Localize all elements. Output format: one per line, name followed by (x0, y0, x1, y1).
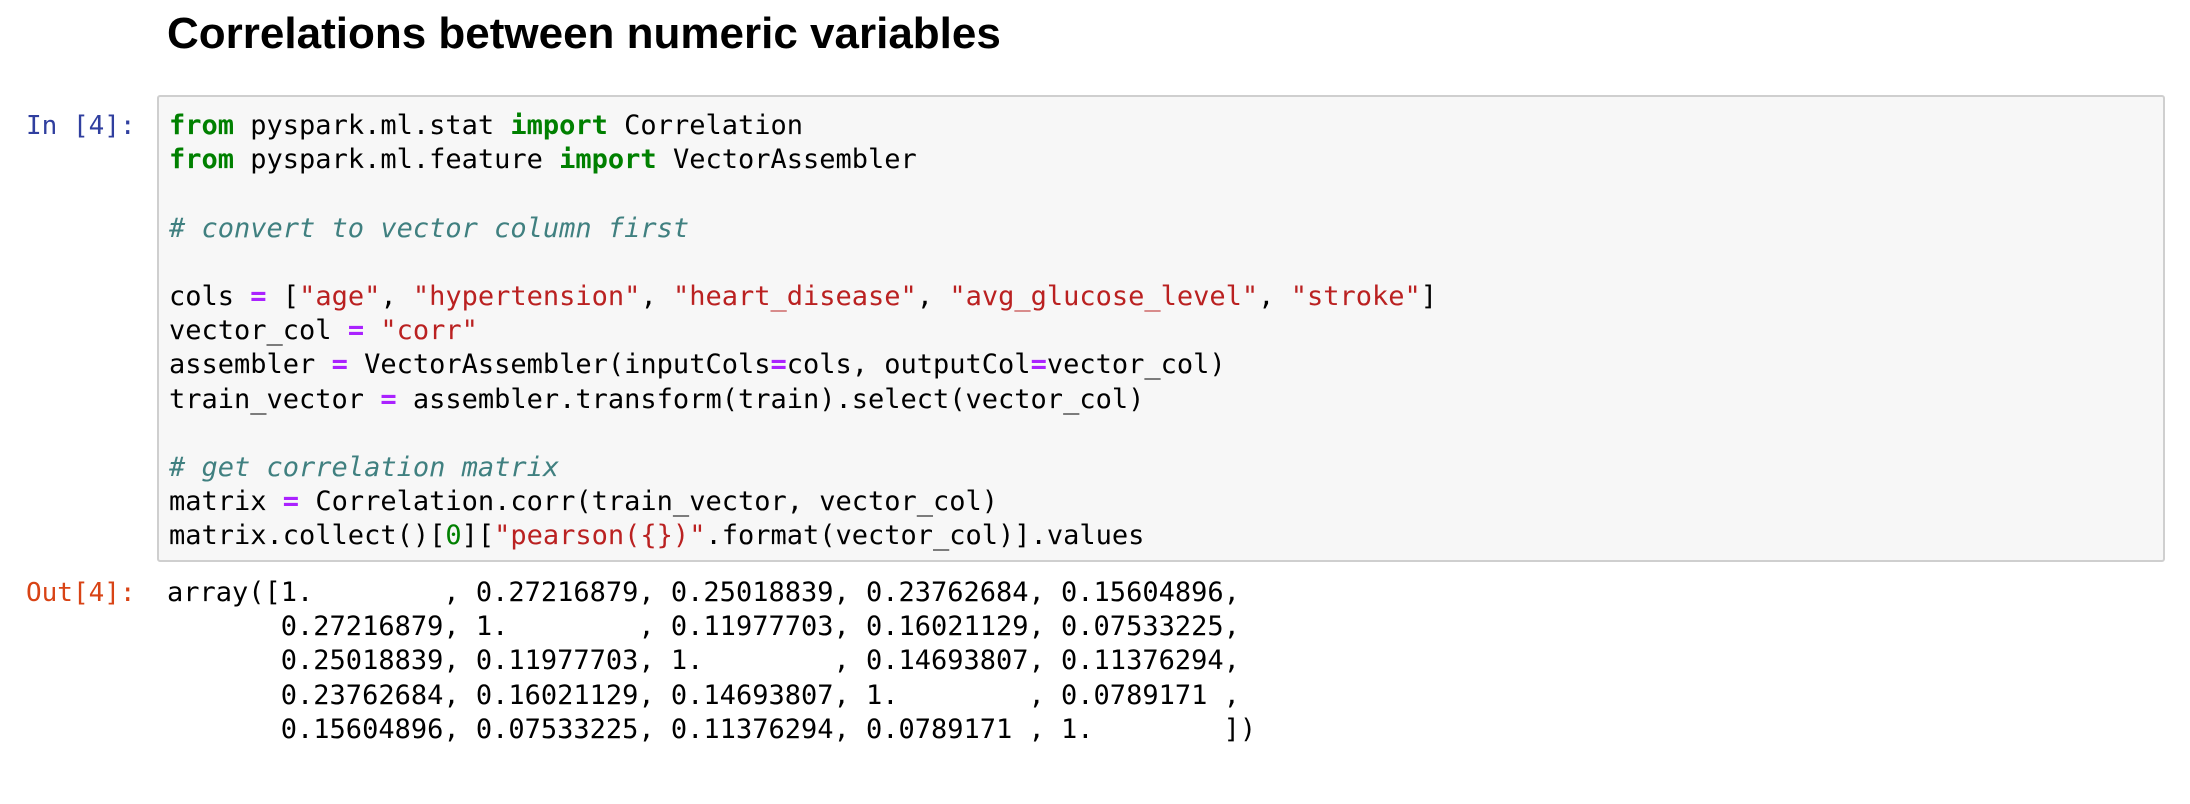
output-line: array([1. , 0.27216879, 0.25018839, 0.23… (167, 577, 1240, 608)
code-token: ] (1420, 280, 1437, 312)
string-token: "age" (299, 280, 381, 312)
code-token: pyspark.ml.feature (234, 144, 560, 176)
code-token: assembler (169, 349, 332, 381)
code-token: , (640, 280, 673, 312)
code-line: cols = ["age", "hypertension", "heart_di… (169, 280, 1437, 314)
input-prompt: In [4]: (26, 111, 136, 141)
operator-token: = (1030, 349, 1047, 381)
code-token: pyspark.ml.stat (234, 110, 511, 141)
code-token: cols, outputCol (786, 349, 1031, 381)
code-line: assembler = VectorAssembler(inputCols=co… (169, 348, 1437, 382)
code-comment: # convert to vector column first (169, 212, 690, 244)
code-token: train_vector (169, 383, 381, 415)
code-token: VectorAssembler(inputCols (347, 349, 771, 381)
keyword-token: import (559, 144, 657, 176)
code-editor[interactable]: from pyspark.ml.stat import Correlation f… (169, 109, 1437, 553)
keyword-token: from (169, 110, 235, 141)
string-token: "stroke" (1290, 280, 1421, 312)
code-token: matrix (169, 486, 283, 518)
output-line: 0.27216879, 1. , 0.11977703, 0.16021129,… (167, 611, 1240, 643)
code-cell-input[interactable]: from pyspark.ml.stat import Correlation f… (157, 95, 2165, 562)
operator-token: = (380, 383, 397, 415)
cell-output: array([1. , 0.27216879, 0.25018839, 0.23… (167, 576, 1256, 747)
code-line: vector_col = "corr" (169, 314, 1437, 348)
code-line: matrix = Correlation.corr(train_vector, … (169, 485, 1437, 519)
operator-token: = (282, 486, 300, 518)
string-token: "avg_glucose_level" (949, 280, 1259, 312)
code-token: .format(vector_col)].values (705, 520, 1145, 552)
operator-token: = (770, 349, 787, 381)
code-token: [ (266, 280, 300, 312)
operator-token: = (331, 349, 348, 381)
code-comment: # get correlation matrix (169, 451, 560, 483)
code-line: train_vector = assembler.transform(train… (169, 383, 1437, 417)
code-token: vector_col (169, 315, 348, 347)
output-line: 0.23762684, 0.16021129, 0.14693807, 1. ,… (167, 679, 1240, 711)
code-token: VectorAssembler (656, 144, 917, 176)
code-token: cols (169, 280, 251, 312)
code-token: Correlation (607, 110, 803, 141)
operator-token: = (250, 280, 267, 312)
output-line: 0.15604896, 0.07533225, 0.11376294, 0.07… (167, 713, 1257, 745)
code-token: ][ (461, 520, 495, 552)
section-heading: Correlations between numeric variables (167, 9, 1001, 58)
string-token: "corr" (380, 315, 478, 347)
number-token: 0 (445, 520, 462, 552)
code-line: from pyspark.ml.feature import VectorAss… (169, 143, 1437, 177)
string-token: "pearson({})" (494, 520, 706, 552)
code-token: , (380, 280, 413, 312)
operator-token: = (347, 315, 365, 347)
output-line: 0.25018839, 0.11977703, 1. , 0.14693807,… (167, 645, 1240, 677)
keyword-token: from (169, 144, 235, 176)
code-token: matrix.collect()[ (169, 520, 446, 552)
code-token: Correlation.corr(train_vector, vector_co… (299, 486, 999, 518)
code-line: from pyspark.ml.stat import Correlation (169, 109, 1437, 143)
output-prompt: Out[4]: (26, 578, 136, 608)
string-token: "heart_disease" (672, 280, 917, 312)
code-line: matrix.collect()[0]["pearson({})".format… (169, 519, 1437, 553)
code-token: , (1258, 280, 1291, 312)
keyword-token: import (510, 110, 608, 141)
code-token: assembler.transform(train).select(vector… (396, 383, 1145, 415)
code-token: vector_col) (1046, 349, 1226, 381)
string-token: "hypertension" (412, 280, 641, 312)
code-token: , (916, 280, 950, 312)
